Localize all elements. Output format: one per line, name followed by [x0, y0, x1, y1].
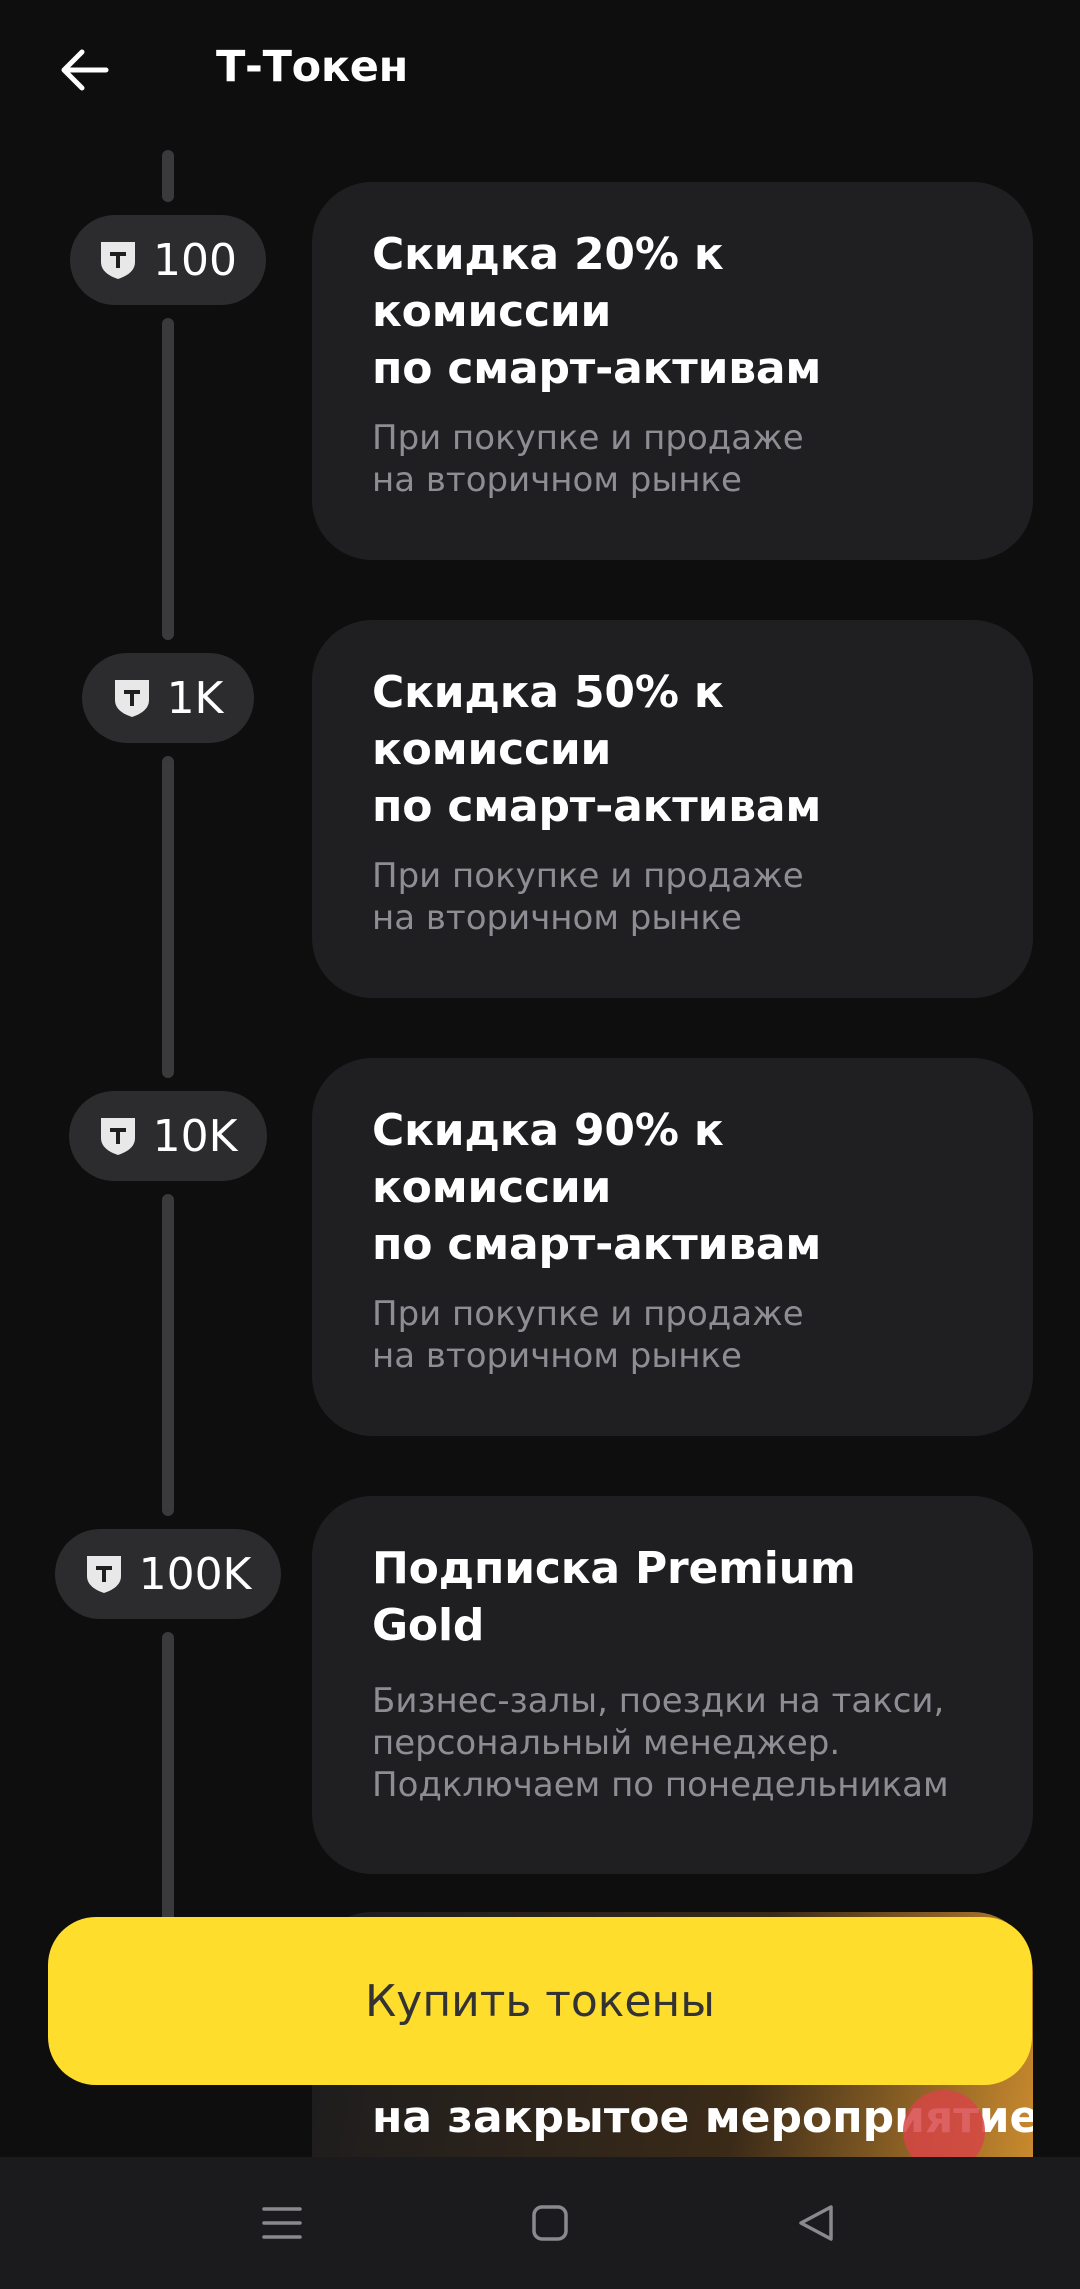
- tier-card[interactable]: Подписка Premium Gold Бизнес-залы, поезд…: [312, 1496, 1033, 1874]
- arrow-left-icon: [61, 49, 109, 91]
- promo-decoration: [903, 2090, 985, 2162]
- token-tier-badge: 100K: [55, 1529, 281, 1619]
- tier-card[interactable]: Скидка 90% к комиссии по смарт-активам П…: [312, 1058, 1033, 1436]
- page-title: Т-Токен: [216, 42, 409, 92]
- tier-card[interactable]: Скидка 20% к комиссии по смарт-активам П…: [312, 182, 1033, 560]
- token-amount: 1K: [166, 672, 224, 724]
- tier-description: Бизнес-залы, поездки на такси, персональ…: [372, 1681, 949, 1805]
- timeline-rail: [162, 150, 174, 202]
- token-tier-badge: 1K: [82, 653, 254, 743]
- tier-description: При покупке и продаже на вторичном рынке: [372, 856, 804, 938]
- tier-title: Скидка 90% к комиссии по смарт-активам: [372, 1105, 822, 1270]
- token-tier-badge: 10K: [69, 1091, 267, 1181]
- tier-card[interactable]: Скидка 50% к комиссии по смарт-активам П…: [312, 620, 1033, 998]
- token-amount: 100: [153, 234, 237, 286]
- token-tier-badge: 100: [70, 215, 266, 305]
- system-navbar: [0, 2157, 1080, 2289]
- token-amount: 100K: [138, 1548, 252, 1600]
- tier-title: Скидка 20% к комиссии по смарт-активам: [372, 229, 822, 394]
- tier-description: При покупке и продаже на вторичном рынке: [372, 418, 804, 500]
- header: Т-Токен: [0, 0, 1080, 140]
- tier-description: При покупке и продаже на вторичном рынке: [372, 1294, 804, 1376]
- home-square-icon: [532, 2205, 568, 2241]
- timeline-rail: [162, 1632, 174, 1922]
- back-button[interactable]: [48, 34, 120, 106]
- menu-icon: [262, 2207, 302, 2239]
- nav-back-button[interactable]: [776, 2183, 856, 2263]
- timeline-rail: [162, 756, 174, 1078]
- t-shield-icon: [101, 242, 135, 279]
- back-triangle-icon: [799, 2205, 833, 2241]
- nav-home-button[interactable]: [510, 2183, 590, 2263]
- timeline-rail: [162, 318, 174, 640]
- token-amount: 10K: [152, 1110, 238, 1162]
- tier-title: Подписка Premium Gold: [372, 1543, 856, 1651]
- buy-tokens-button[interactable]: Купить токены: [48, 1917, 1032, 2085]
- nav-menu-button[interactable]: [242, 2183, 322, 2263]
- tier-title: Скидка 50% к комиссии по смарт-активам: [372, 667, 822, 832]
- t-shield-icon: [100, 1118, 135, 1155]
- t-shield-icon: [114, 680, 149, 717]
- t-shield-icon: [86, 1556, 121, 1593]
- timeline-rail: [162, 1194, 174, 1516]
- screen: Т-Токен 100 Скидка 20% к комиссии по сма…: [0, 0, 1080, 2289]
- buy-tokens-label: Купить токены: [365, 1975, 715, 2027]
